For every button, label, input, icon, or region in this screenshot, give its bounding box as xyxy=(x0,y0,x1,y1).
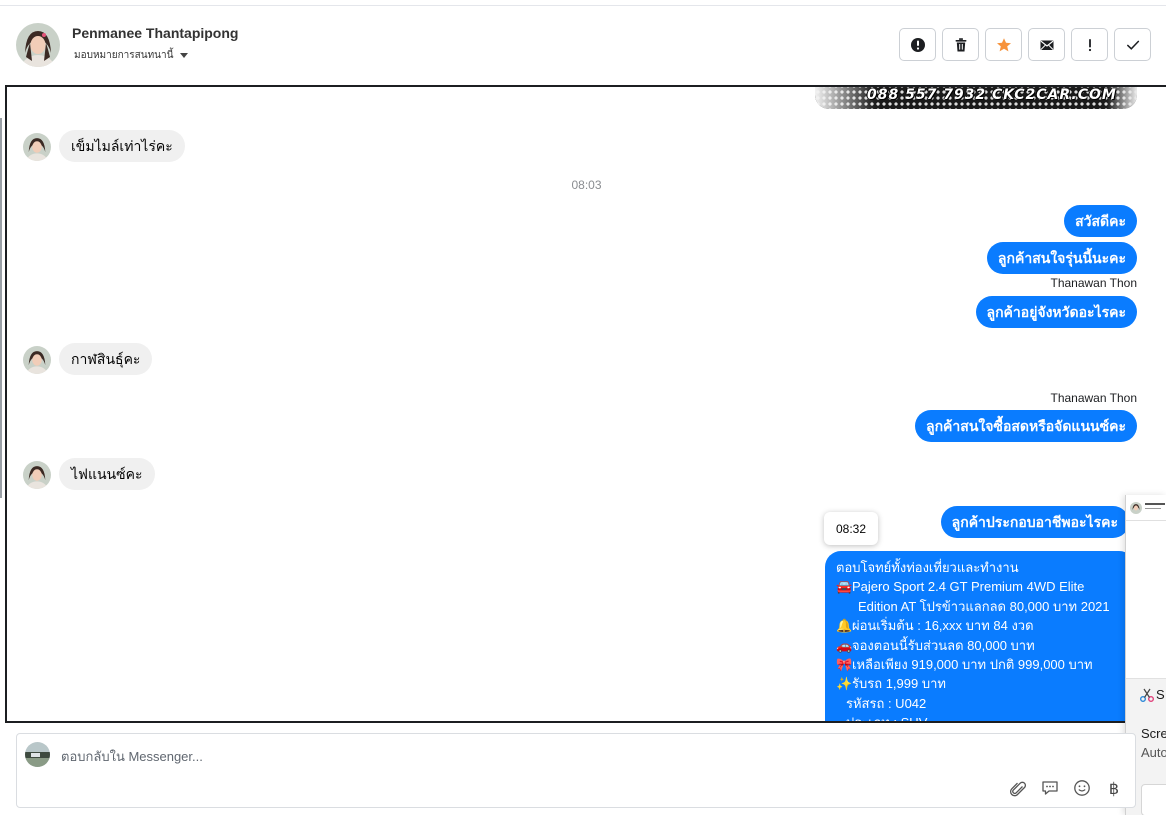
message-line: Edition AT โปรข้าวแลกลด 80,000 บาท 2021 xyxy=(858,598,1110,614)
message-line: ตอบโจทย์ทั้งท่องเที่ยวและทำงาน xyxy=(836,560,1019,575)
mark-unread-button[interactable] xyxy=(1028,28,1065,61)
avatar-photo-icon xyxy=(16,23,60,67)
sender-avatar[interactable] xyxy=(23,133,51,161)
outgoing-message[interactable]: ลูกค้าสนใจซื้อสดหรือจัดแนนซ์คะ xyxy=(915,410,1137,442)
speech-bubble-icon xyxy=(1042,781,1058,795)
reply-input[interactable] xyxy=(61,746,761,766)
timestamp: 08:03 xyxy=(571,178,602,192)
emoji-button[interactable] xyxy=(1071,777,1093,799)
shared-image-message[interactable]: 088 557 7932 CKC2CAR.COM xyxy=(815,87,1137,109)
conversation-actions xyxy=(899,28,1151,61)
composer-tools: ฿ xyxy=(1007,777,1125,799)
sender-avatar[interactable] xyxy=(23,346,51,374)
exclamation-icon xyxy=(1088,38,1091,51)
emoji-icon xyxy=(1074,780,1090,796)
left-scrollbar[interactable] xyxy=(0,118,2,498)
outgoing-long-message[interactable]: ตอบโจทย์ทั้งท่องเที่ยวและทำงาน 🚘Pajero S… xyxy=(825,551,1135,723)
message-line-text: รับรถ 1,999 บาท xyxy=(852,676,946,692)
message-line: 🚗จองตอนนี้รับส่วนลด 80,000 บาท xyxy=(836,636,1124,655)
snip-preview-thumbnail xyxy=(1126,495,1166,521)
message-line-text: เหลือเพียง 919,000 บาท ปกติ 999,000 บาท xyxy=(852,657,1093,673)
assign-label: มอบหมายการสนทนานี้ xyxy=(74,50,174,61)
incoming-message[interactable]: ไฟแนนซ์คะ xyxy=(59,458,155,490)
attach-button[interactable] xyxy=(1007,777,1029,799)
outgoing-message[interactable]: ลูกค้าประกอบอาชีพอะไรคะ xyxy=(940,506,1129,538)
thumbnail-line xyxy=(1145,503,1165,505)
image-caption-text: 088 557 7932 CKC2CAR.COM xyxy=(867,87,1117,103)
snip-message-subline: Auto xyxy=(1141,745,1166,760)
payment-button[interactable]: ฿ xyxy=(1103,777,1125,799)
avatar-photo-icon xyxy=(23,346,51,374)
message-line: 🎀เหลือเพียง 919,000 บาท ปกติ 999,000 บาท xyxy=(836,655,1124,674)
trash-icon xyxy=(955,37,966,51)
caret-down-icon xyxy=(180,53,189,58)
avatar-photo-icon xyxy=(23,461,51,489)
page-avatar xyxy=(25,742,50,767)
snip-app-title: S xyxy=(1156,687,1165,702)
scissors-icon xyxy=(1140,688,1154,702)
message-time-tooltip: 08:32 xyxy=(824,512,878,545)
sparkles-icon: ✨ xyxy=(836,676,853,692)
contact-name: Penmanee Thantapipong xyxy=(72,25,239,41)
sender-avatar[interactable] xyxy=(23,461,51,489)
message-line: ประเภท : SUV xyxy=(846,715,928,723)
thumbnail-line xyxy=(1145,508,1161,509)
snip-action-button[interactable] xyxy=(1141,784,1166,815)
message-line-text: Pajero Sport 2.4 GT Premium 4WD Elite xyxy=(852,579,1085,595)
incoming-message[interactable]: กาฬสินธุ์คะ xyxy=(59,343,153,375)
saved-replies-button[interactable] xyxy=(1039,777,1061,799)
red-car-icon: 🚗 xyxy=(836,637,853,653)
page-photo-icon xyxy=(25,742,50,767)
baht-icon: ฿ xyxy=(1108,778,1120,798)
outgoing-message[interactable]: สวัสดีคะ xyxy=(1064,205,1137,237)
message-line-text: จองตอนนี้รับส่วนลด 80,000 บาท xyxy=(852,637,1035,653)
delete-button[interactable] xyxy=(942,28,979,61)
message-thread[interactable]: 088 557 7932 CKC2CAR.COM เข็มไมล์เท่าไร่… xyxy=(5,85,1166,723)
snip-message-line: Scre xyxy=(1141,726,1166,741)
contact-avatar[interactable] xyxy=(16,23,60,67)
message-line: 🔔ผ่อนเริ่มต้น : 16,xxx บาท 84 งวด xyxy=(836,616,1124,635)
spam-button[interactable] xyxy=(899,28,936,61)
message-line-text: ผ่อนเริ่มต้น : 16,xxx บาท 84 งวด xyxy=(852,618,1034,634)
bell-icon: 🔔 xyxy=(836,618,853,634)
star-icon xyxy=(996,37,1011,51)
sender-name: Thanawan Thon xyxy=(1050,391,1137,405)
outgoing-message[interactable]: ลูกค้าสนใจรุ่นนี้นะคะ xyxy=(986,242,1137,274)
messenger-inbox-conversation: Penmanee Thantapipong มอบหมายการสนทนานี้ xyxy=(0,0,1166,815)
image-fade-left xyxy=(815,87,875,109)
follow-up-button[interactable] xyxy=(1071,28,1108,61)
sender-name: Thanawan Thon xyxy=(1050,276,1137,290)
alert-circle-icon xyxy=(910,37,925,52)
avatar-photo-icon xyxy=(23,133,51,161)
check-icon xyxy=(1126,40,1139,50)
assign-conversation-dropdown[interactable]: มอบหมายการสนทนานี้ xyxy=(74,48,189,63)
thumbnail-avatar xyxy=(1130,502,1142,514)
message-line: ✨รับรถ 1,999 บาท xyxy=(836,674,1124,693)
message-line: 🚘Pajero Sport 2.4 GT Premium 4WD Elite xyxy=(836,577,1124,596)
conversation-header: Penmanee Thantapipong มอบหมายการสนทนานี้ xyxy=(0,6,1166,84)
star-button[interactable] xyxy=(985,28,1022,61)
envelope-icon xyxy=(1040,40,1053,50)
paperclip-icon xyxy=(1009,781,1027,797)
ribbon-icon: 🎀 xyxy=(836,657,853,673)
done-button[interactable] xyxy=(1114,28,1151,61)
avatar-photo-icon xyxy=(1130,502,1142,514)
message-line: รหัสรถ : U042 xyxy=(846,695,927,711)
outgoing-message[interactable]: ลูกค้าอยู่จังหวัดอะไรคะ xyxy=(975,296,1137,328)
reply-composer: ฿ xyxy=(16,733,1136,808)
car-icon: 🚘 xyxy=(836,579,853,595)
incoming-message[interactable]: เข็มไมล์เท่าไร่คะ xyxy=(59,130,185,162)
